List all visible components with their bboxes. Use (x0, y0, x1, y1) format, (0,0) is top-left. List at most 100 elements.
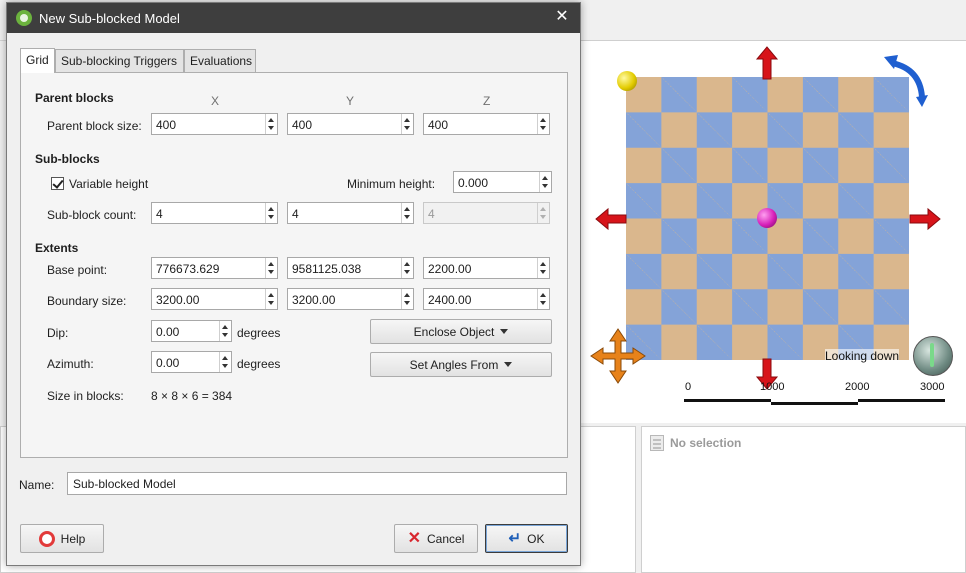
center-handle-magenta[interactable] (757, 208, 777, 228)
tab-grid[interactable]: Grid (20, 48, 55, 73)
sub-block-count-x-value: 4 (156, 207, 163, 221)
scale-bar: 0 1000 2000 3000 (680, 381, 950, 411)
enclose-object-button[interactable]: Enclose Object (370, 319, 552, 344)
viewport-handles (590, 46, 941, 390)
parent-block-size-y-value: 400 (292, 118, 313, 132)
parent-block-size-label: Parent block size: (47, 119, 142, 133)
no-selection-label: No selection (670, 436, 742, 450)
spin-buttons[interactable] (219, 352, 231, 372)
corner-handle-yellow[interactable] (617, 71, 637, 91)
close-icon[interactable]: ✕ (552, 7, 572, 27)
sub-block-count-y-value: 4 (292, 207, 299, 221)
parent-block-size-y-input[interactable]: 400 (287, 113, 414, 135)
sub-block-count-x-input[interactable]: 4 (151, 202, 278, 224)
azimuth-input[interactable]: 0.00 (151, 351, 232, 373)
chevron-down-icon (500, 329, 509, 334)
dialog-title: New Sub-blocked Model (39, 11, 180, 26)
size-in-blocks-value: 8 × 8 × 6 = 384 (151, 389, 233, 403)
name-field-value: Sub-blocked Model (73, 477, 176, 491)
scale-segment (684, 399, 771, 402)
grid-tab-panel: Parent blocks X Y Z Parent block size: 4… (20, 72, 568, 458)
scale-segment (858, 399, 945, 402)
ok-button[interactable]: ↵ OK (485, 524, 568, 553)
parent-block-size-z-value: 400 (428, 118, 449, 132)
view-direction-label: Looking down (825, 349, 900, 363)
cancel-button-label: Cancel (427, 531, 465, 546)
base-point-x-value: 776673.629 (156, 262, 220, 276)
spin-buttons[interactable] (537, 114, 549, 134)
name-field[interactable]: Sub-blocked Model (67, 472, 567, 495)
spin-buttons[interactable] (219, 321, 231, 341)
scale-label-2000: 2000 (845, 381, 870, 393)
spin-buttons[interactable] (401, 289, 413, 309)
boundary-size-z-input[interactable]: 2400.00 (423, 288, 550, 310)
spin-buttons[interactable] (537, 289, 549, 309)
azimuth-value: 0.00 (156, 356, 180, 370)
move-handle-icon[interactable] (590, 328, 646, 384)
dip-unit-label: degrees (237, 326, 281, 340)
rotate-handle-icon[interactable] (884, 55, 928, 107)
parent-block-size-x-input[interactable]: 400 (151, 113, 278, 135)
sub-block-count-z-input: 4 (423, 202, 550, 224)
sub-block-count-z-value: 4 (428, 207, 435, 221)
dialog-titlebar[interactable]: New Sub-blocked Model ✕ (7, 3, 580, 33)
minimum-height-value: 0.000 (458, 176, 489, 190)
sub-block-count-y-input[interactable]: 4 (287, 202, 414, 224)
cancel-button[interactable]: ✕ Cancel (394, 524, 478, 553)
app-logo-icon (16, 10, 32, 26)
tab-evaluations[interactable]: Evaluations (184, 49, 256, 72)
dip-input[interactable]: 0.00 (151, 320, 232, 342)
spin-buttons[interactable] (539, 172, 551, 192)
scale-label-1000: 1000 (760, 381, 785, 393)
ok-button-label: OK (527, 531, 545, 546)
dip-value: 0.00 (156, 325, 180, 339)
spin-buttons[interactable] (265, 289, 277, 309)
chevron-down-icon (504, 362, 513, 367)
azimuth-label: Azimuth: (47, 357, 94, 371)
move-left-arrow[interactable] (595, 207, 627, 231)
minimum-height-input[interactable]: 0.000 (453, 171, 552, 193)
scale-label-3000: 3000 (920, 381, 945, 393)
spin-buttons[interactable] (537, 258, 549, 278)
axis-y-label: Y (346, 94, 355, 108)
lifebuoy-icon (38, 530, 55, 547)
spin-buttons[interactable] (401, 203, 413, 223)
compass-icon[interactable] (913, 336, 953, 376)
variable-height-checkbox[interactable] (51, 177, 64, 190)
move-up-arrow[interactable] (755, 46, 779, 80)
help-button[interactable]: Help (20, 524, 104, 553)
scene-viewport[interactable]: Looking down 0 1000 2000 3000 (580, 40, 966, 423)
base-point-z-input[interactable]: 2200.00 (423, 257, 550, 279)
name-label: Name: (19, 478, 55, 492)
boundary-size-y-input[interactable]: 3200.00 (287, 288, 414, 310)
spin-buttons[interactable] (401, 258, 413, 278)
spin-buttons[interactable] (401, 114, 413, 134)
base-point-y-input[interactable]: 9581125.038 (287, 257, 414, 279)
extents-heading: Extents (35, 241, 79, 255)
dip-label: Dip: (47, 326, 69, 340)
base-point-x-input[interactable]: 776673.629 (151, 257, 278, 279)
properties-panel: No selection (641, 426, 966, 573)
spin-buttons[interactable] (265, 114, 277, 134)
spin-buttons[interactable] (265, 258, 277, 278)
azimuth-unit-label: degrees (237, 357, 281, 371)
boundary-size-label: Boundary size: (47, 294, 127, 308)
move-right-arrow[interactable] (909, 207, 941, 231)
variable-height-label[interactable]: Variable height (69, 177, 148, 191)
new-sub-blocked-model-dialog: New Sub-blocked Model ✕ Grid Sub-blockin… (6, 2, 581, 566)
sub-block-count-label: Sub-block count: (47, 208, 137, 222)
sub-blocks-heading: Sub-blocks (35, 152, 100, 166)
boundary-size-y-value: 3200.00 (292, 293, 336, 307)
minimum-height-label: Minimum height: (347, 177, 436, 191)
parent-blocks-heading: Parent blocks (35, 91, 114, 105)
scale-segment (771, 402, 858, 405)
boundary-size-x-value: 3200.00 (156, 293, 200, 307)
boundary-size-z-value: 2400.00 (428, 293, 472, 307)
parent-block-size-z-input[interactable]: 400 (423, 113, 550, 135)
spin-buttons[interactable] (265, 203, 277, 223)
set-angles-from-button[interactable]: Set Angles From (370, 352, 552, 377)
document-icon (650, 435, 664, 451)
size-in-blocks-label: Size in blocks: (47, 389, 124, 403)
tab-sub-blocking-triggers[interactable]: Sub-blocking Triggers (55, 49, 184, 72)
boundary-size-x-input[interactable]: 3200.00 (151, 288, 278, 310)
